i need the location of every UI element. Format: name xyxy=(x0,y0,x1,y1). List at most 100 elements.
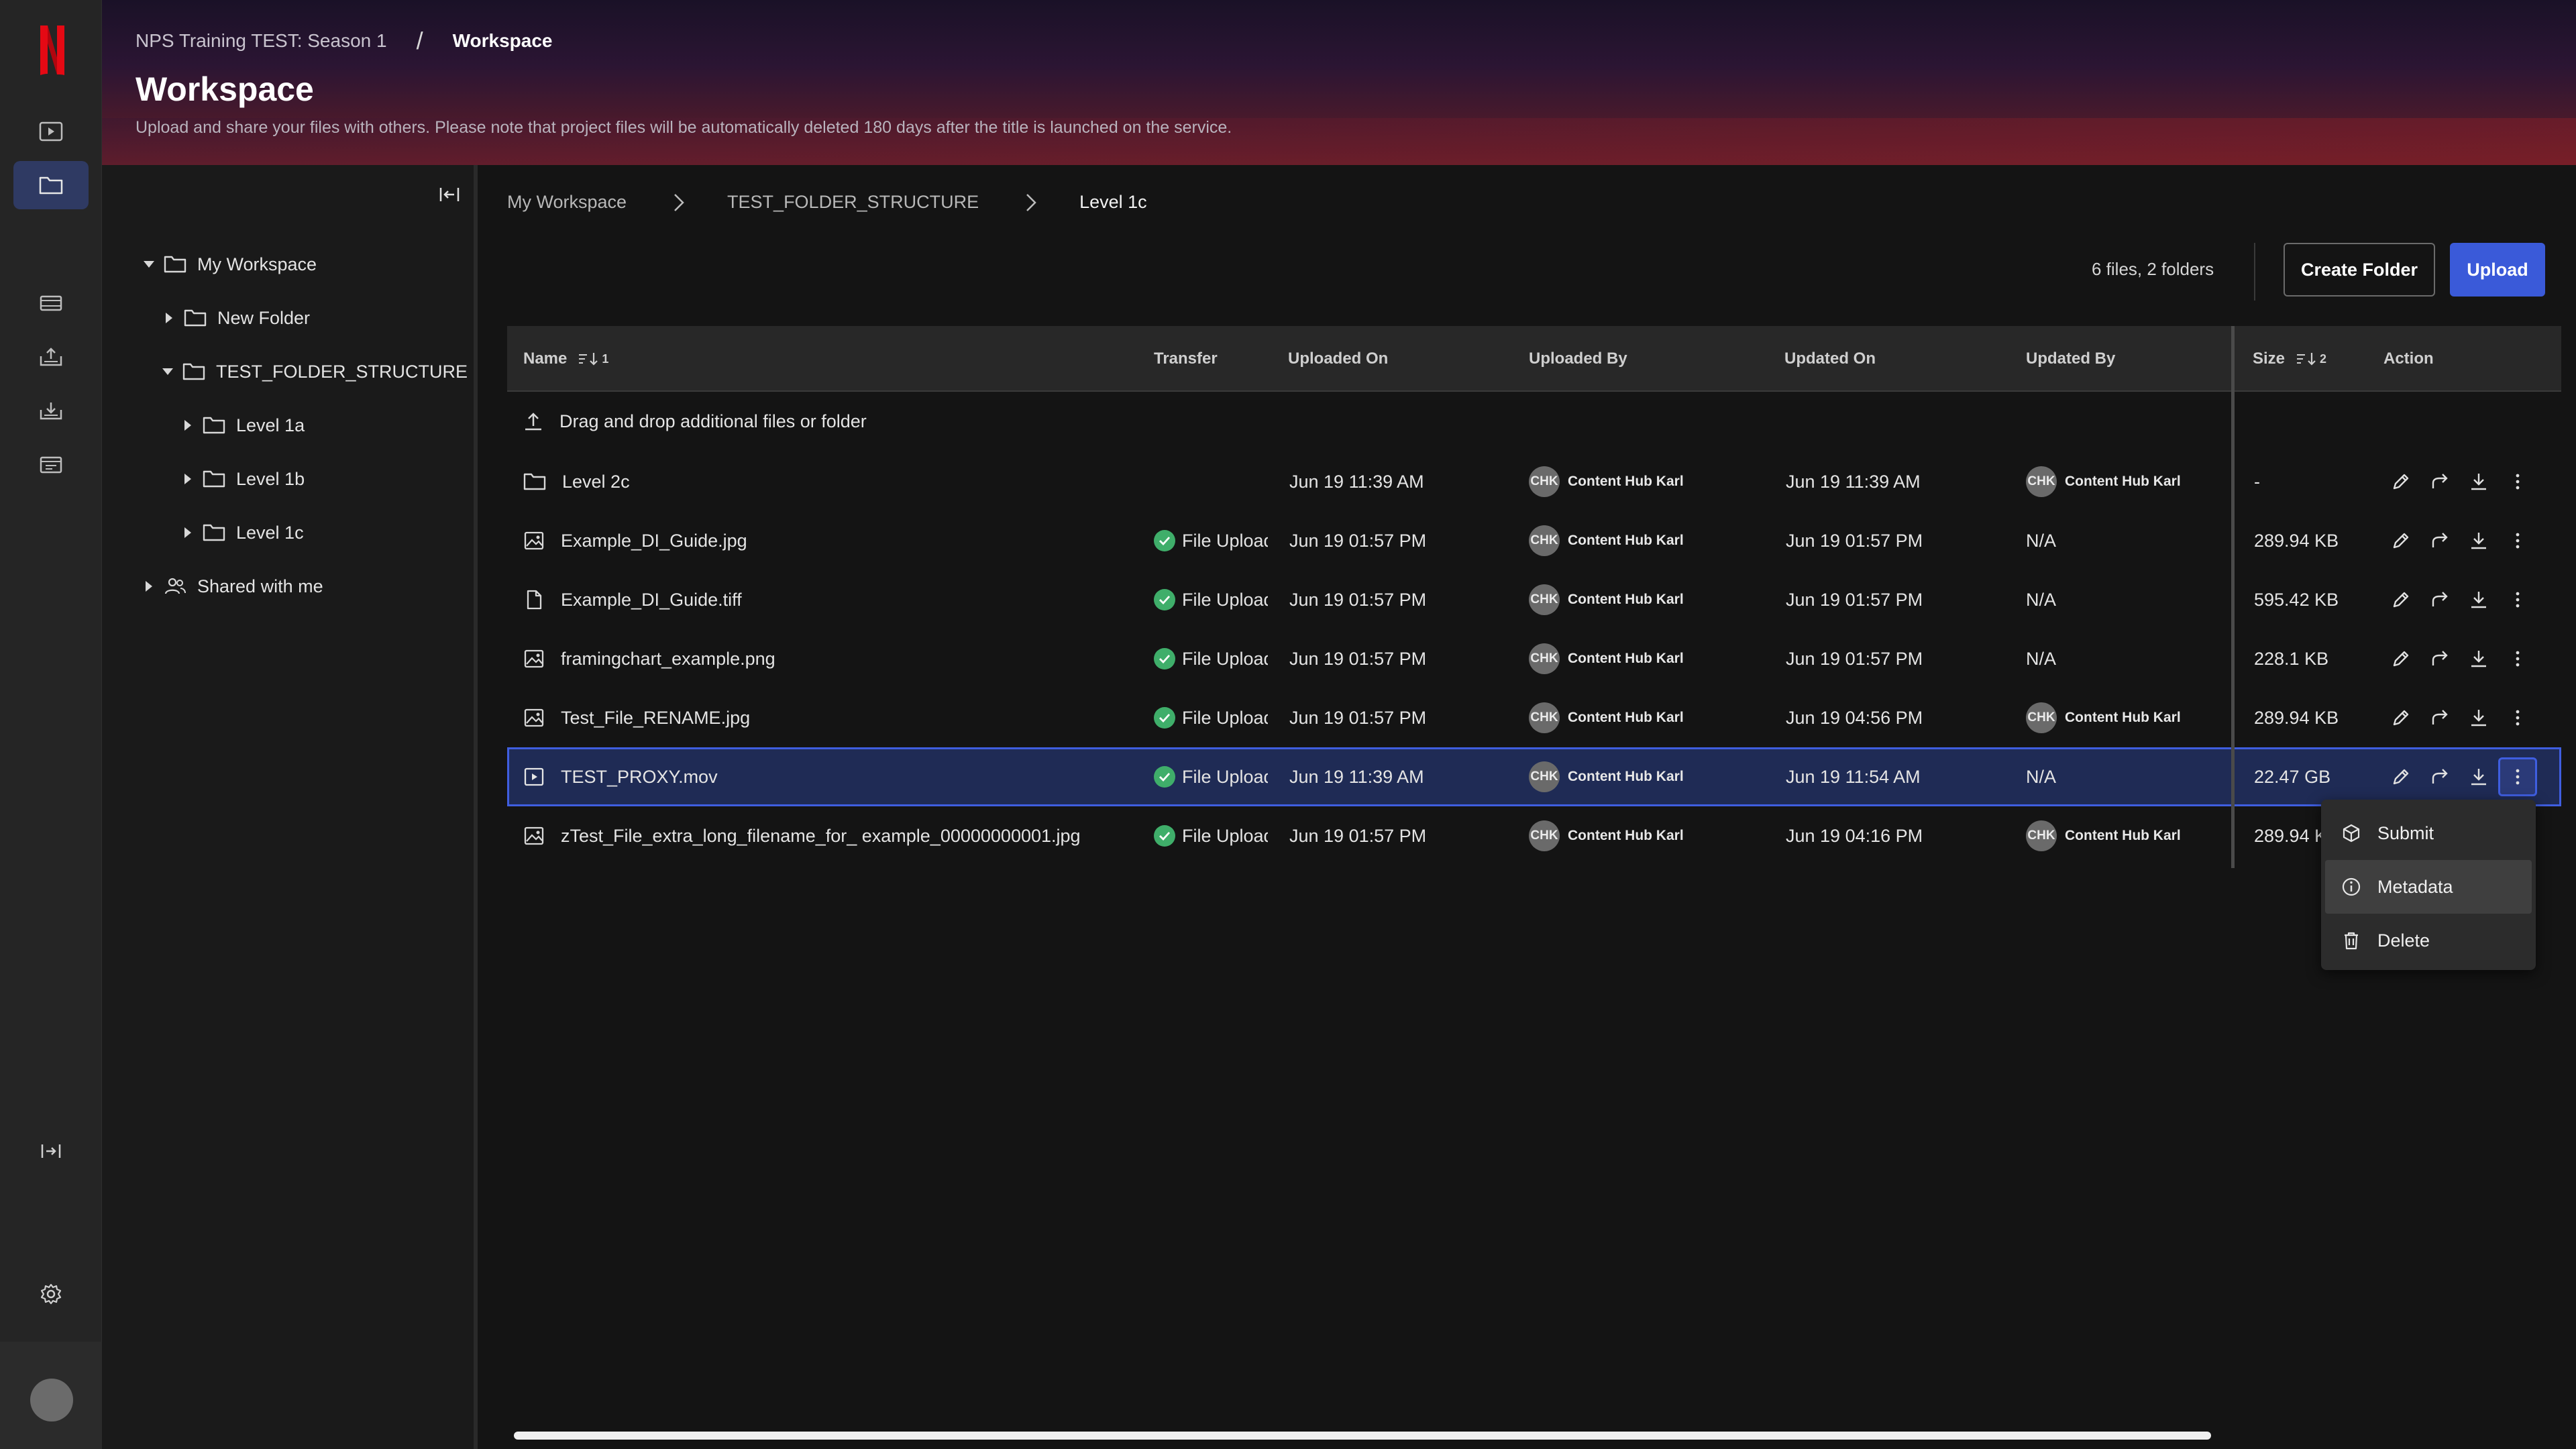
rename-button[interactable] xyxy=(2381,757,2420,796)
download-button[interactable] xyxy=(2459,698,2498,737)
rename-button[interactable] xyxy=(2381,639,2420,678)
rail-item-downloads[interactable] xyxy=(13,386,89,435)
pencil-icon xyxy=(2390,766,2412,788)
tree-item-level-1a[interactable]: Level 1a xyxy=(180,409,305,442)
folder-icon xyxy=(164,255,186,274)
download-tray-icon xyxy=(39,400,63,421)
caret-down-icon[interactable] xyxy=(160,364,176,380)
tree-item-new-folder[interactable]: New Folder xyxy=(161,301,310,335)
rename-button[interactable] xyxy=(2381,580,2420,619)
caret-right-icon[interactable] xyxy=(180,471,196,487)
tree-item-my-workspace[interactable]: My Workspace xyxy=(141,248,317,281)
uploaded-on: Jun 19 01:57 PM xyxy=(1289,825,1427,846)
more-options-button[interactable] xyxy=(2498,462,2537,501)
user-avatar: CHK xyxy=(1529,702,1560,733)
share-button[interactable] xyxy=(2420,580,2459,619)
table-row[interactable]: Example_DI_Guide.jpg File Upload Jun 19 … xyxy=(507,511,2561,570)
menu-item-submit[interactable]: Submit xyxy=(2325,806,2532,860)
column-header-transfer[interactable]: Transfer xyxy=(1154,326,1218,392)
breadcrumb: My Workspace TEST_FOLDER_STRUCTURE Level… xyxy=(507,192,1147,213)
menu-item-delete[interactable]: Delete xyxy=(2325,914,2532,967)
table-row[interactable]: framingchart_example.png File Upload Jun… xyxy=(507,629,2561,688)
caret-right-icon[interactable] xyxy=(180,417,196,433)
download-button[interactable] xyxy=(2459,462,2498,501)
column-header-action: Action xyxy=(2383,350,2434,368)
caret-right-icon[interactable] xyxy=(161,310,177,326)
expand-rail-button[interactable] xyxy=(13,1127,89,1175)
page-subtitle: Upload and share your files with others.… xyxy=(136,118,1232,137)
share-button[interactable] xyxy=(2420,462,2459,501)
share-button[interactable] xyxy=(2420,698,2459,737)
rail-item-titles[interactable] xyxy=(13,107,89,156)
more-options-button[interactable] xyxy=(2498,521,2537,560)
column-header-name[interactable]: Name 1 xyxy=(523,326,608,392)
share-button[interactable] xyxy=(2420,639,2459,678)
share-button[interactable] xyxy=(2420,757,2459,796)
file-name[interactable]: zTest_File_extra_long_filename_for_ exam… xyxy=(561,826,1081,847)
download-button[interactable] xyxy=(2459,521,2498,560)
breadcrumb-project[interactable]: NPS Training TEST: Season 1 xyxy=(136,30,387,52)
column-header-updated-on[interactable]: Updated On xyxy=(1784,326,1876,392)
column-resize-handle[interactable] xyxy=(2231,326,2235,868)
share-arrow-icon xyxy=(2429,648,2451,669)
file-name[interactable]: Test_File_RENAME.jpg xyxy=(561,708,750,729)
sort-descending-icon[interactable] xyxy=(578,352,600,366)
caret-down-icon[interactable] xyxy=(141,256,157,272)
download-button[interactable] xyxy=(2459,580,2498,619)
rail-item-workspace[interactable] xyxy=(13,161,89,209)
menu-item-label: Submit xyxy=(2377,822,2434,843)
rename-button[interactable] xyxy=(2381,462,2420,501)
settings-button[interactable] xyxy=(13,1270,89,1318)
column-header-uploaded-by[interactable]: Uploaded By xyxy=(1529,326,1627,392)
tree-item-level-1b[interactable]: Level 1b xyxy=(180,462,305,496)
upload-button[interactable]: Upload xyxy=(2450,243,2545,297)
avatar[interactable] xyxy=(30,1379,73,1421)
sort-descending-icon[interactable] xyxy=(2296,352,2318,366)
table-row[interactable]: Level 2c Jun 19 11:39 AM CHK Content Hub … xyxy=(507,452,2561,511)
rail-item-schedule[interactable] xyxy=(13,440,89,488)
dropzone-row[interactable]: Drag and drop additional files or folder xyxy=(507,392,2561,452)
column-header-updated-by[interactable]: Updated By xyxy=(2026,326,2115,392)
more-options-button[interactable] xyxy=(2498,639,2537,678)
create-folder-button[interactable]: Create Folder xyxy=(2284,243,2435,297)
file-name[interactable]: TEST_PROXY.mov xyxy=(561,767,718,788)
rename-button[interactable] xyxy=(2381,698,2420,737)
more-options-button[interactable] xyxy=(2498,580,2537,619)
column-header-size[interactable]: Size 2 xyxy=(2253,326,2326,392)
breadcrumb-item-my-workspace[interactable]: My Workspace xyxy=(507,192,627,213)
caret-right-icon[interactable] xyxy=(141,578,157,594)
file-size: 289.94 KB xyxy=(2254,530,2339,551)
more-options-button[interactable] xyxy=(2498,698,2537,737)
download-button[interactable] xyxy=(2459,757,2498,796)
rail-item-deliveries[interactable] xyxy=(13,333,89,381)
netflix-logo[interactable] xyxy=(38,24,67,76)
horizontal-scrollbar[interactable] xyxy=(514,1432,2211,1440)
share-button[interactable] xyxy=(2420,521,2459,560)
file-name[interactable]: Level 2c xyxy=(562,472,630,492)
table-row-selected[interactable]: TEST_PROXY.mov File Upload Jun 19 11:39 … xyxy=(507,747,2561,806)
caret-right-icon[interactable] xyxy=(180,525,196,541)
table-row[interactable]: Test_File_RENAME.jpg File Upload Jun 19 … xyxy=(507,688,2561,747)
file-name[interactable]: Example_DI_Guide.tiff xyxy=(561,590,742,610)
tree-item-test-folder-structure[interactable]: TEST_FOLDER_STRUCTURE xyxy=(160,355,468,388)
row-context-menu: Submit Metadata Delete xyxy=(2321,800,2536,970)
updated-by: Content Hub Karl xyxy=(2065,828,2181,843)
rail-item-media[interactable] xyxy=(13,279,89,327)
table-row[interactable]: zTest_File_extra_long_filename_for_ exam… xyxy=(507,806,2561,865)
more-options-button-active[interactable] xyxy=(2498,757,2537,796)
menu-item-metadata[interactable]: Metadata xyxy=(2325,860,2532,914)
file-name[interactable]: Example_DI_Guide.jpg xyxy=(561,531,747,551)
tree-item-level-1c[interactable]: Level 1c xyxy=(180,516,304,549)
breadcrumb-item-test-folder-structure[interactable]: TEST_FOLDER_STRUCTURE xyxy=(727,192,979,213)
check-circle-icon xyxy=(1154,707,1175,729)
collapse-panel-button[interactable] xyxy=(435,180,464,209)
updated-on: Jun 19 01:57 PM xyxy=(1786,648,1923,669)
table-row[interactable]: Example_DI_Guide.tiff File Upload Jun 19… xyxy=(507,570,2561,629)
rename-button[interactable] xyxy=(2381,521,2420,560)
download-button[interactable] xyxy=(2459,639,2498,678)
tree-item-shared-with-me[interactable]: Shared with me xyxy=(141,570,323,603)
file-name[interactable]: framingchart_example.png xyxy=(561,649,775,669)
transfer-label: File Upload xyxy=(1182,825,1268,846)
check-circle-icon xyxy=(1154,648,1175,669)
column-header-uploaded-on[interactable]: Uploaded On xyxy=(1288,326,1388,392)
